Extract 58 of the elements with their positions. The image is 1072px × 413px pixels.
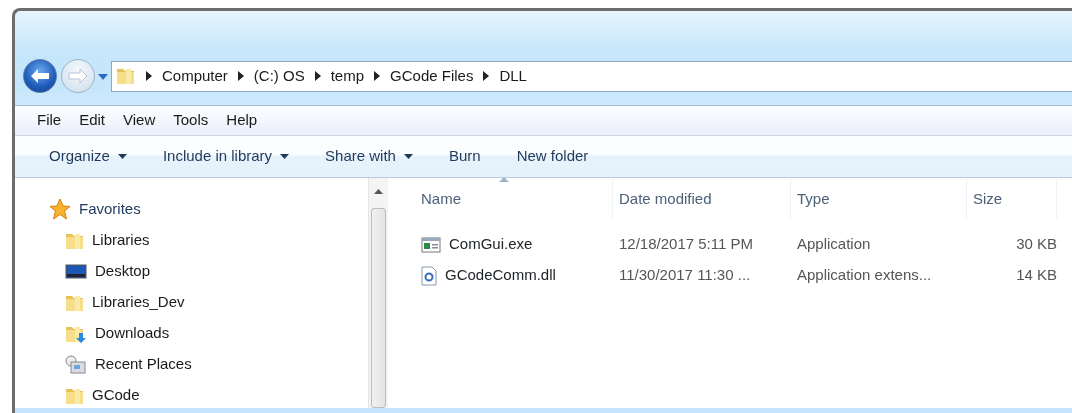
file-name[interactable]: GCodeComm.dll xyxy=(445,264,556,287)
folder-icon xyxy=(65,386,84,405)
table-cell-text: 14 KB xyxy=(1015,265,1057,286)
back-arrow-icon xyxy=(30,68,50,84)
caret-down-icon xyxy=(97,72,109,81)
caret-down-icon xyxy=(117,154,127,159)
folder-icon xyxy=(116,66,136,86)
chevron-right-icon[interactable] xyxy=(237,71,244,81)
chevron-right-icon[interactable] xyxy=(314,71,321,81)
scroll-up-icon[interactable] xyxy=(374,189,383,194)
folder-icon xyxy=(65,231,84,250)
toolbar-button[interactable]: Share with xyxy=(317,145,421,168)
breadcrumb[interactable]: (C:) OS xyxy=(253,64,305,88)
application-icon xyxy=(421,236,441,253)
column-header[interactable]: Type xyxy=(791,179,967,219)
nav-item[interactable]: Downloads xyxy=(95,322,170,345)
scrollbar[interactable] xyxy=(368,178,388,408)
file-name[interactable]: ComGui.exe xyxy=(449,233,533,256)
forward-arrow-icon xyxy=(68,68,88,84)
breadcrumb[interactable]: GCode Files xyxy=(390,64,474,88)
nav-item[interactable]: Desktop xyxy=(95,260,151,283)
breadcrumb[interactable]: Computer xyxy=(162,64,228,88)
table-cell-text: 11/30/2017 11:30 ... xyxy=(618,265,752,286)
menu-item[interactable]: File xyxy=(33,109,70,132)
address-bar[interactable]: Computer (C:) OS temp GCode Files DLL xyxy=(111,60,1072,92)
caret-down-icon xyxy=(280,154,290,159)
breadcrumb[interactable]: temp xyxy=(330,64,365,88)
toolbar-button[interactable]: Include in library xyxy=(154,145,298,168)
menu-item[interactable]: Tools xyxy=(169,109,217,132)
menu-item[interactable]: Help xyxy=(222,109,266,132)
star-icon xyxy=(49,198,71,220)
recent-places-icon xyxy=(65,354,87,375)
folder-icon xyxy=(65,293,84,312)
toolbar-button[interactable]: New folder xyxy=(508,145,597,168)
monitor-icon xyxy=(65,262,87,281)
back-button[interactable] xyxy=(23,59,57,93)
table-cell-text: 12/18/2017 5:11 PM xyxy=(618,234,754,255)
nav-item[interactable]: Libraries_Dev xyxy=(92,291,185,314)
breadcrumb[interactable]: DLL xyxy=(499,64,527,88)
column-header[interactable]: Size xyxy=(967,179,1057,219)
table-cell-text: Application xyxy=(796,234,872,255)
column-header[interactable]: Date modified xyxy=(613,179,791,219)
column-header[interactable]: Name xyxy=(415,179,613,219)
nav-item[interactable]: Recent Places xyxy=(95,353,192,376)
toolbar-button[interactable]: Burn xyxy=(440,145,489,168)
menu-item[interactable]: View xyxy=(119,109,164,132)
table-cell-text: Application extens... xyxy=(796,265,933,286)
chevron-right-icon[interactable] xyxy=(146,71,152,81)
toolbar-button[interactable]: Organize xyxy=(41,145,135,168)
chevron-right-icon[interactable] xyxy=(374,71,381,81)
nav-item[interactable]: Favorites xyxy=(79,197,141,221)
table-cell-text: 30 KB xyxy=(1015,234,1057,255)
scrollbar-thumb[interactable] xyxy=(371,208,386,408)
nav-item[interactable]: Libraries xyxy=(92,229,150,252)
caret-down-icon xyxy=(403,154,413,159)
menu-item[interactable]: Edit xyxy=(75,109,114,132)
nav-item[interactable]: GCode xyxy=(92,384,140,407)
chevron-right-icon[interactable] xyxy=(483,71,490,81)
